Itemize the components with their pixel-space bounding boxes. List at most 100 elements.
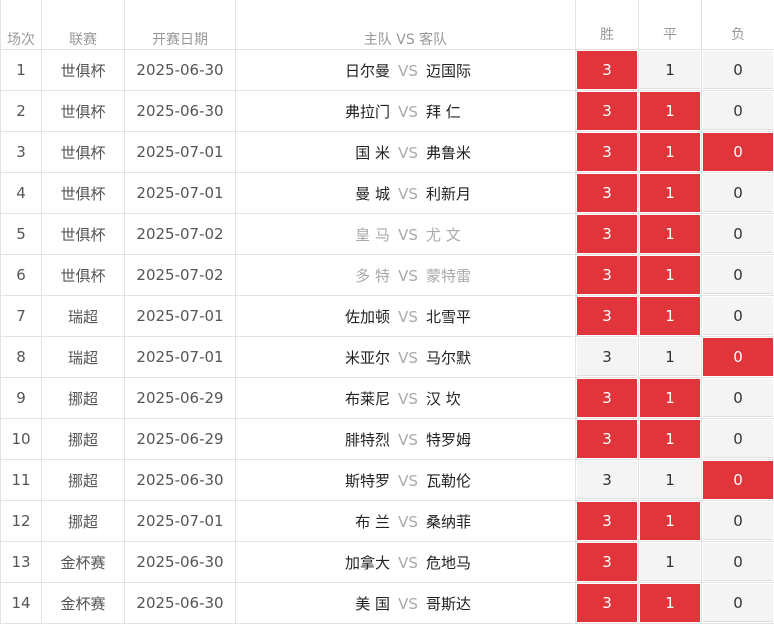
loss-option[interactable]: 0 [703,584,773,622]
table-row: 3世俱杯2025-07-01国 米VS弗鲁米310 [1,132,774,173]
win-option[interactable]: 3 [577,133,637,171]
league-name: 挪超 [42,378,125,419]
win-option[interactable]: 3 [577,51,637,89]
win-option[interactable]: 3 [577,92,637,130]
draw-option[interactable]: 1 [640,51,700,89]
loss-option[interactable]: 0 [703,543,773,581]
win-option[interactable]: 3 [577,543,637,581]
match-date: 2025-06-30 [125,542,236,583]
round-number: 10 [1,419,42,460]
match-teams: 腓特烈VS特罗姆 [236,419,576,460]
away-team: 汉 坎 [426,388,461,409]
match-teams: 佐加顿VS北雪平 [236,296,576,337]
loss-option[interactable]: 0 [703,420,773,458]
vs-label: VS [390,554,426,572]
match-date: 2025-07-02 [125,214,236,255]
match-date: 2025-07-01 [125,296,236,337]
away-team: 蒙特雷 [426,265,471,286]
draw-option[interactable]: 1 [640,338,700,376]
table-row: 7瑞超2025-07-01佐加顿VS北雪平310 [1,296,774,337]
vs-label: VS [390,185,426,203]
league-name: 世俱杯 [42,50,125,91]
draw-option[interactable]: 1 [640,420,700,458]
league-name: 世俱杯 [42,173,125,214]
loss-option[interactable]: 0 [703,215,773,253]
loss-option[interactable]: 0 [703,256,773,294]
vs-label: VS [390,513,426,531]
draw-option[interactable]: 1 [640,215,700,253]
draw-option[interactable]: 1 [640,174,700,212]
table-row: 5世俱杯2025-07-02皇 马VS尤 文310 [1,214,774,255]
round-number: 9 [1,378,42,419]
away-team: 哥斯达 [426,593,471,614]
draw-option[interactable]: 1 [640,92,700,130]
match-teams: 斯特罗VS瓦勒伦 [236,460,576,501]
draw-option[interactable]: 1 [640,461,700,499]
draw-option[interactable]: 1 [640,584,700,622]
loss-option[interactable]: 0 [703,338,773,376]
table-row: 2世俱杯2025-06-30弗拉门VS拜 仁310 [1,91,774,132]
round-number: 12 [1,501,42,542]
round-number: 5 [1,214,42,255]
league-name: 挪超 [42,460,125,501]
loss-option[interactable]: 0 [703,174,773,212]
away-team: 拜 仁 [426,101,461,122]
win-option[interactable]: 3 [577,297,637,335]
draw-option[interactable]: 1 [640,297,700,335]
win-option[interactable]: 3 [577,502,637,540]
win-option[interactable]: 3 [577,461,637,499]
league-name: 金杯赛 [42,542,125,583]
home-team: 腓特烈 [236,429,390,450]
round-number: 3 [1,132,42,173]
match-teams: 米亚尔VS马尔默 [236,337,576,378]
win-option[interactable]: 3 [577,379,637,417]
away-team: 利新月 [426,183,471,204]
home-team: 斯特罗 [236,470,390,491]
match-teams: 国 米VS弗鲁米 [236,132,576,173]
draw-option[interactable]: 1 [640,502,700,540]
loss-option[interactable]: 0 [703,92,773,130]
loss-option[interactable]: 0 [703,297,773,335]
loss-option[interactable]: 0 [703,502,773,540]
away-team: 危地马 [426,552,471,573]
draw-option[interactable]: 1 [640,133,700,171]
win-option[interactable]: 3 [577,338,637,376]
header-loss: 负 [702,19,774,50]
home-team: 弗拉门 [236,101,390,122]
round-number: 14 [1,583,42,624]
match-teams: 曼 城VS利新月 [236,173,576,214]
draw-option[interactable]: 1 [640,256,700,294]
vs-label: VS [390,349,426,367]
round-number: 11 [1,460,42,501]
round-number: 8 [1,337,42,378]
home-team: 曼 城 [236,183,390,204]
vs-label: VS [390,390,426,408]
loss-option[interactable]: 0 [703,461,773,499]
win-option[interactable]: 3 [577,215,637,253]
round-number: 13 [1,542,42,583]
draw-option[interactable]: 1 [640,543,700,581]
round-number: 7 [1,296,42,337]
loss-option[interactable]: 0 [703,51,773,89]
home-team: 日尔曼 [236,60,390,81]
match-date: 2025-07-02 [125,255,236,296]
win-option[interactable]: 3 [577,420,637,458]
home-team: 布莱尼 [236,388,390,409]
match-teams: 多 特VS蒙特雷 [236,255,576,296]
header-draw: 平 [639,19,702,50]
match-teams: 布 兰VS桑纳菲 [236,501,576,542]
match-date: 2025-06-30 [125,460,236,501]
vs-label: VS [390,595,426,613]
header-match: 主队 VS 客队 [236,0,576,50]
match-date: 2025-06-29 [125,378,236,419]
match-date: 2025-06-30 [125,583,236,624]
win-option[interactable]: 3 [577,584,637,622]
league-name: 世俱杯 [42,255,125,296]
win-option[interactable]: 3 [577,174,637,212]
away-team: 尤 文 [426,224,461,245]
loss-option[interactable]: 0 [703,133,773,171]
draw-option[interactable]: 1 [640,379,700,417]
match-date: 2025-07-01 [125,337,236,378]
loss-option[interactable]: 0 [703,379,773,417]
win-option[interactable]: 3 [577,256,637,294]
